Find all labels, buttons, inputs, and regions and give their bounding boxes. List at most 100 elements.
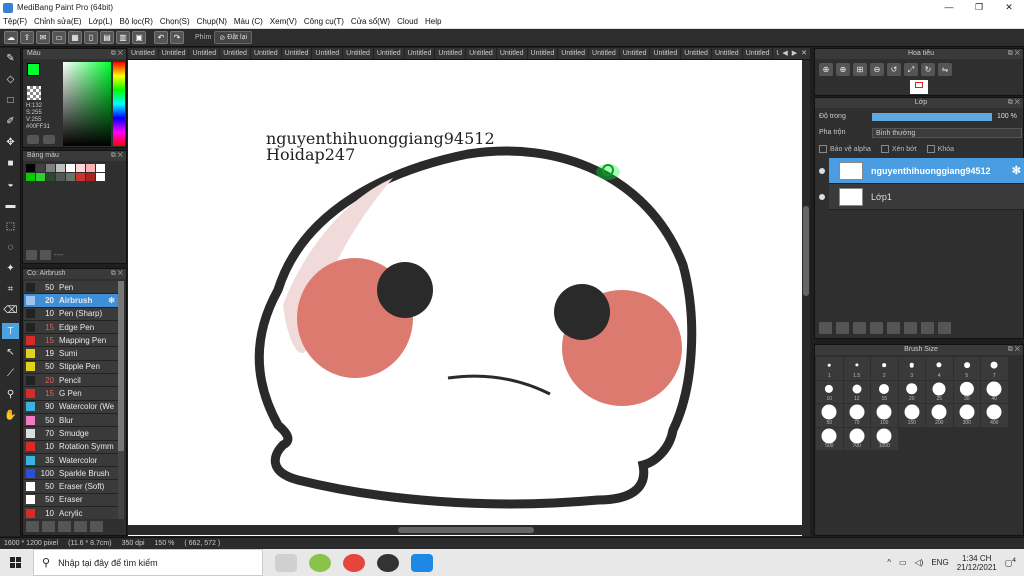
close-button[interactable]: ✕ <box>994 0 1024 15</box>
palette-swatch[interactable] <box>56 173 65 181</box>
palette-swatch[interactable] <box>46 173 55 181</box>
folder-icon[interactable] <box>90 521 103 532</box>
minimize-button[interactable]: — <box>934 0 964 15</box>
document-tab[interactable]: Untitled <box>589 48 620 59</box>
brush-item[interactable]: 100 Sparkle Brush <box>24 467 118 481</box>
clock[interactable]: 1:34 CH 21/12/2021 <box>957 554 997 572</box>
rotate-left-icon[interactable]: ↺ <box>887 63 901 76</box>
magic-wand-tool-icon[interactable]: ✦ <box>2 260 19 276</box>
brush-size-option[interactable]: 70 <box>843 404 870 427</box>
eraser-tool-icon[interactable]: ◇ <box>2 71 19 87</box>
operation-tool-icon[interactable]: ↖ <box>2 344 19 360</box>
document-tab[interactable]: Untitled <box>435 48 467 59</box>
folder-icon[interactable] <box>887 322 900 334</box>
document-tab[interactable]: Untitled <box>743 48 774 59</box>
canvas-horizontal-scrollbar[interactable] <box>128 525 802 535</box>
navigator-thumbnail[interactable] <box>910 80 928 94</box>
brush-size-option[interactable]: 150 <box>898 404 925 427</box>
text-tool-icon[interactable]: T <box>2 323 19 339</box>
palette-swatch[interactable] <box>76 173 85 181</box>
palette-swatch[interactable] <box>36 164 45 172</box>
close-icon[interactable]: ⧉ ✕ <box>1008 49 1020 59</box>
palette-swatch[interactable] <box>46 164 55 172</box>
document-tab[interactable]: Untitled <box>558 48 590 59</box>
new-halftone-layer-icon[interactable] <box>836 322 849 334</box>
document-tab[interactable]: Untitled <box>343 48 374 59</box>
copy-brush-icon[interactable] <box>74 521 87 532</box>
document-tab[interactable]: Untitled <box>159 48 190 59</box>
brush-size-option[interactable]: 3 <box>898 357 925 380</box>
close-icon[interactable]: ⧉ ✕ <box>111 151 123 161</box>
foreground-color-swatch[interactable] <box>27 63 40 76</box>
fit-screen-icon[interactable]: ⤢ <box>904 63 918 76</box>
chevron-up-icon[interactable]: ^ <box>887 558 891 567</box>
transparent-color-swatch[interactable] <box>27 86 41 100</box>
gear-icon[interactable]: ✻ <box>1012 164 1021 177</box>
opacity-slider[interactable] <box>872 113 992 121</box>
palette-swatch[interactable] <box>66 164 75 172</box>
brush-item[interactable]: 10 Pen (Sharp) <box>24 307 118 321</box>
document-tab[interactable]: Untitled <box>282 48 313 59</box>
hand-tool-icon[interactable]: ✋ <box>2 407 19 423</box>
brush-size-option[interactable]: 20 <box>898 380 925 403</box>
menu-view[interactable]: Xem(V) <box>270 17 297 26</box>
document-tab[interactable]: Untitled <box>374 48 405 59</box>
brush-item[interactable]: 10 Acrylic <box>24 507 118 519</box>
language-indicator[interactable]: ENG <box>931 558 948 567</box>
brush-item[interactable]: 50 Stipple Pen <box>24 360 118 375</box>
brush-size-option[interactable]: 10 <box>816 380 843 403</box>
upload-icon[interactable]: ⇪ <box>20 31 34 44</box>
canvas[interactable]: nguyenthihuonggiang94512 Hoidap247 <box>128 60 810 536</box>
trash-icon[interactable] <box>938 322 951 334</box>
duplicate-layer-icon[interactable] <box>904 322 917 334</box>
gear-icon[interactable]: ✻ <box>108 296 115 305</box>
chrome-icon[interactable] <box>343 553 365 572</box>
viewport-indicator[interactable] <box>915 82 923 88</box>
palette-swatch[interactable] <box>36 173 45 181</box>
hue-slider[interactable] <box>113 62 125 146</box>
lasso-tool-icon[interactable]: ◌ <box>2 239 19 255</box>
palette-swatch[interactable] <box>96 173 105 181</box>
color-wheel-icon[interactable] <box>27 135 39 144</box>
select-tool-icon[interactable]: ⬚ <box>2 218 19 234</box>
horizontal-scroll-thumb[interactable] <box>398 527 534 533</box>
brush-item[interactable]: 15 Edge Pen <box>24 320 118 335</box>
chevron-right-icon[interactable]: ▶ <box>792 48 797 59</box>
close-icon[interactable]: ⧉ ✕ <box>1008 98 1020 108</box>
brush-size-option[interactable]: 1 <box>816 357 843 380</box>
divide-tool-icon[interactable]: ⟋ <box>2 365 19 381</box>
brush-list-scrollbar[interactable] <box>118 281 124 519</box>
close-icon[interactable]: ⧉ ✕ <box>1008 345 1020 355</box>
eyedropper-tool-icon[interactable]: ⚲ <box>2 386 19 402</box>
brush-size-option[interactable]: 500 <box>816 427 843 450</box>
brush-size-option[interactable]: 700 <box>843 427 870 450</box>
menu-cloud[interactable]: Cloud <box>397 17 418 26</box>
zoom-fit-icon[interactable]: ⊕ <box>819 63 833 76</box>
menu-layer[interactable]: Lớp(L) <box>89 17 113 26</box>
brush-item[interactable]: 20 Pencil <box>24 374 118 388</box>
close-icon[interactable]: ⧉ ✕ <box>111 269 123 279</box>
network-icon[interactable]: ▭ <box>899 558 907 567</box>
menu-help[interactable]: Help <box>425 17 441 26</box>
rotate-right-icon[interactable]: ↻ <box>921 63 935 76</box>
select-pen-tool-icon[interactable]: ⌗ <box>2 281 19 297</box>
fill-rect-tool-icon[interactable]: ■ <box>2 155 19 171</box>
move-tool-icon[interactable]: ✥ <box>2 134 19 150</box>
color-settings-icon[interactable] <box>43 135 55 144</box>
brush-item[interactable]: 15 Mapping Pen <box>24 334 118 348</box>
message-icon[interactable]: ▭ <box>52 31 66 44</box>
palette-swatch[interactable] <box>86 173 95 181</box>
brush-item[interactable]: 35 Watercolor <box>24 453 118 468</box>
document-tab[interactable]: Untitled <box>251 48 282 59</box>
gradient-tool-icon[interactable]: ▬ <box>2 197 19 213</box>
menu-file[interactable]: Tệp(F) <box>3 17 27 26</box>
document-tab[interactable]: Untitled <box>466 48 497 59</box>
menu-window[interactable]: Cửa sổ(W) <box>351 17 390 26</box>
document-tab[interactable]: Untitled <box>712 48 743 59</box>
brush-size-option[interactable]: 1000 <box>871 427 898 450</box>
canvas-vertical-scrollbar[interactable] <box>802 60 810 536</box>
brush-size-option[interactable]: 100 <box>871 404 898 427</box>
brush-tool-icon[interactable]: ✎ <box>2 50 19 66</box>
brush-size-option[interactable]: 2 <box>871 357 898 380</box>
brush-item[interactable]: 50 Eraser <box>24 493 118 508</box>
